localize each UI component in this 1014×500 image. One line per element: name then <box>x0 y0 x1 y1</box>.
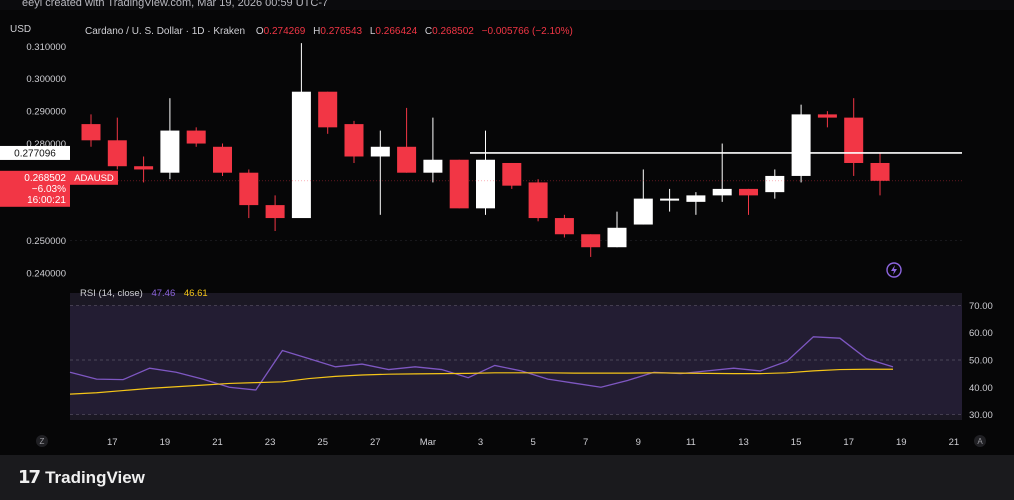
candle-body <box>502 162 522 186</box>
candle-body <box>686 195 706 202</box>
svg-text:A: A <box>977 437 983 446</box>
candle-body <box>81 124 101 141</box>
candle-body <box>817 114 837 118</box>
candle-body <box>291 91 311 219</box>
candle-body <box>134 166 154 170</box>
chart-credit: eeyi created with TradingView.com, Mar 1… <box>22 0 329 9</box>
candlestick-chart[interactable]: USD Cardano / U. S. Dollar · 1D · Kraken… <box>0 10 1014 455</box>
candle-body <box>449 159 469 209</box>
rsi-tick-label: 50.00 <box>969 356 993 367</box>
candle-body <box>318 91 338 128</box>
countdown: 16:00:21 <box>27 195 66 206</box>
candle-body <box>581 234 601 248</box>
time-tick-label: 19 <box>896 437 907 448</box>
time-tick-label: 11 <box>686 437 696 448</box>
candle-body <box>660 198 680 201</box>
time-tick-label: 5 <box>530 437 535 448</box>
price-tick-label: 0.310000 <box>26 42 66 53</box>
candle-body <box>765 175 785 193</box>
candle-body <box>107 140 127 167</box>
time-tick-label: 7 <box>583 437 588 448</box>
tradingview-logo-text: TradingView <box>45 467 145 487</box>
candle-body <box>633 198 653 225</box>
price-tick-label: 0.250000 <box>26 236 66 247</box>
close-value: 0.268502 <box>432 26 474 37</box>
symbol-tag: ADAUSD <box>74 173 114 184</box>
time-tick-label: 23 <box>265 437 276 448</box>
current-change: −6.03% <box>32 184 66 195</box>
rsi-value: 47.46 <box>151 288 175 299</box>
time-tick-label: 15 <box>791 437 802 448</box>
open-value: 0.274269 <box>264 26 306 37</box>
symbol-name: Cardano / U. S. Dollar · 1D · Kraken <box>85 26 245 37</box>
price-tick-label: 0.300000 <box>26 74 66 85</box>
tradingview-logo-icon: 17 <box>18 467 41 488</box>
rsi-legend: RSI (14, close) 47.46 46.61 <box>80 288 208 299</box>
candle-body <box>554 218 574 235</box>
low-value: 0.266424 <box>375 26 417 37</box>
price-tick-label: 0.290000 <box>26 107 66 118</box>
time-tick-label: 21 <box>949 437 960 448</box>
candle-body <box>344 124 364 157</box>
symbol-legend: Cardano / U. S. Dollar · 1D · Kraken O0.… <box>85 26 573 37</box>
candle-body <box>870 162 890 181</box>
rsi-tick-label: 30.00 <box>969 410 993 421</box>
candle-body <box>186 130 206 144</box>
rsi-tick-label: 40.00 <box>969 383 993 394</box>
scale-left-button[interactable]: Z <box>36 435 48 447</box>
footer: 17 TradingView <box>0 455 1014 500</box>
time-tick-label: Mar <box>420 437 436 448</box>
time-tick-label: 13 <box>738 437 749 448</box>
candle-body <box>265 205 285 219</box>
current-price: 0.268502 <box>24 173 66 184</box>
rsi-tick-label: 70.00 <box>969 301 993 312</box>
time-tick-label: 3 <box>478 437 483 448</box>
time-tick-label: 19 <box>160 437 171 448</box>
candle-body <box>423 159 443 173</box>
candle-body <box>397 146 417 173</box>
change-value: −0.005766 (−2.10%) <box>482 26 573 37</box>
time-tick-label: 27 <box>370 437 381 448</box>
candle-body <box>160 130 180 173</box>
candle-body <box>791 114 811 176</box>
candle-body <box>844 117 864 163</box>
time-tick-label: 25 <box>317 437 328 448</box>
candle-body <box>712 188 732 196</box>
candle-body <box>528 182 548 219</box>
time-tick-label: 17 <box>107 437 118 448</box>
rsi-title: RSI (14, close) <box>80 288 143 299</box>
price-tick-label: 0.240000 <box>26 269 66 280</box>
tradingview-logo[interactable]: 17 TradingView <box>18 467 145 488</box>
rsi-tick-label: 60.00 <box>969 328 993 339</box>
auto-scale-button[interactable]: A <box>974 435 986 447</box>
candle-body <box>739 188 758 196</box>
currency-label: USD <box>10 24 31 35</box>
candle-body <box>239 172 259 206</box>
candle-body <box>607 227 627 248</box>
rsi-ma-value: 46.61 <box>184 288 208 299</box>
candle-body <box>370 146 390 157</box>
hline-price-tag: 0.277096 <box>0 145 70 160</box>
candle-body <box>476 159 495 209</box>
high-value: 0.276543 <box>320 26 362 37</box>
time-tick-label: 21 <box>212 437 223 448</box>
rsi-bands <box>70 305 962 415</box>
chart-area[interactable]: USD Cardano / U. S. Dollar · 1D · Kraken… <box>0 10 1014 455</box>
time-tick-label: 9 <box>636 437 641 448</box>
candle-body <box>213 146 232 173</box>
time-tick-label: 17 <box>843 437 854 448</box>
svg-text:Z: Z <box>40 437 45 446</box>
svg-text:0.277096: 0.277096 <box>14 148 56 159</box>
